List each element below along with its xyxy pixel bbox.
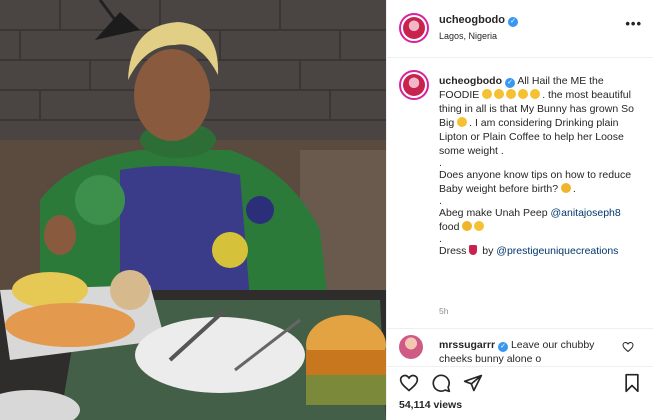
post-header: ucheogbodo ✓ Lagos, Nigeria ••• bbox=[387, 0, 653, 58]
comment-icon bbox=[432, 374, 451, 393]
author-username[interactable]: ucheogbodo ✓ bbox=[439, 14, 518, 27]
like-button[interactable] bbox=[399, 373, 419, 393]
verified-badge-icon: ✓ bbox=[505, 78, 515, 88]
verified-badge-icon: ✓ bbox=[508, 17, 518, 27]
share-button[interactable] bbox=[463, 373, 483, 393]
send-icon bbox=[463, 374, 483, 392]
more-options-icon[interactable]: ••• bbox=[625, 16, 642, 31]
caption-avatar[interactable] bbox=[399, 70, 429, 100]
sad-emoji-icon bbox=[561, 183, 571, 193]
comment-like-heart-icon[interactable] bbox=[622, 341, 634, 353]
photo-illustration bbox=[0, 0, 386, 420]
comment-button[interactable] bbox=[431, 373, 451, 393]
post-caption: ucheogbodo ✓ All Hail the ME the FOODIE .… bbox=[387, 58, 653, 328]
save-button[interactable] bbox=[622, 373, 642, 393]
sad-emoji-icon bbox=[462, 221, 473, 231]
laugh-emoji-icon bbox=[474, 221, 485, 231]
view-count[interactable]: 54,114 views bbox=[399, 399, 462, 411]
comment-text: mrssugarrr ✓ Leave our chubby cheeks bunn… bbox=[439, 339, 595, 365]
verified-badge-icon: ✓ bbox=[498, 342, 509, 352]
grin-emoji-icon bbox=[530, 89, 541, 99]
caption-text: ucheogbodo ✓ All Hail the ME the FOODIE .… bbox=[439, 75, 634, 257]
bookmark-icon bbox=[625, 373, 639, 393]
author-avatar[interactable] bbox=[399, 13, 429, 43]
grin-emoji-icon bbox=[457, 117, 468, 127]
mention-link[interactable]: @prestigeuniquecreations bbox=[496, 245, 618, 257]
dress-emoji-icon bbox=[469, 245, 478, 255]
grin-emoji-icon bbox=[518, 89, 529, 99]
grin-emoji-icon bbox=[506, 89, 517, 99]
grin-emoji-icon bbox=[494, 89, 505, 99]
post-panel: ucheogbodo ✓ Lagos, Nigeria ••• ucheogbod… bbox=[386, 0, 653, 420]
post-photo[interactable] bbox=[0, 0, 386, 420]
caption-username[interactable]: ucheogbodo bbox=[439, 75, 502, 87]
comment-row: mrssugarrr ✓ Leave our chubby cheeks bunn… bbox=[387, 328, 653, 366]
commenter-username[interactable]: mrssugarrr bbox=[439, 339, 495, 351]
commenter-avatar[interactable] bbox=[399, 335, 423, 359]
mention-link[interactable]: @anitajoseph8 bbox=[551, 207, 621, 219]
action-bar bbox=[387, 366, 653, 396]
post-time[interactable]: 5h bbox=[439, 306, 448, 316]
post-location[interactable]: Lagos, Nigeria bbox=[439, 31, 497, 41]
grin-emoji-icon bbox=[482, 89, 493, 99]
heart-icon bbox=[399, 374, 419, 392]
